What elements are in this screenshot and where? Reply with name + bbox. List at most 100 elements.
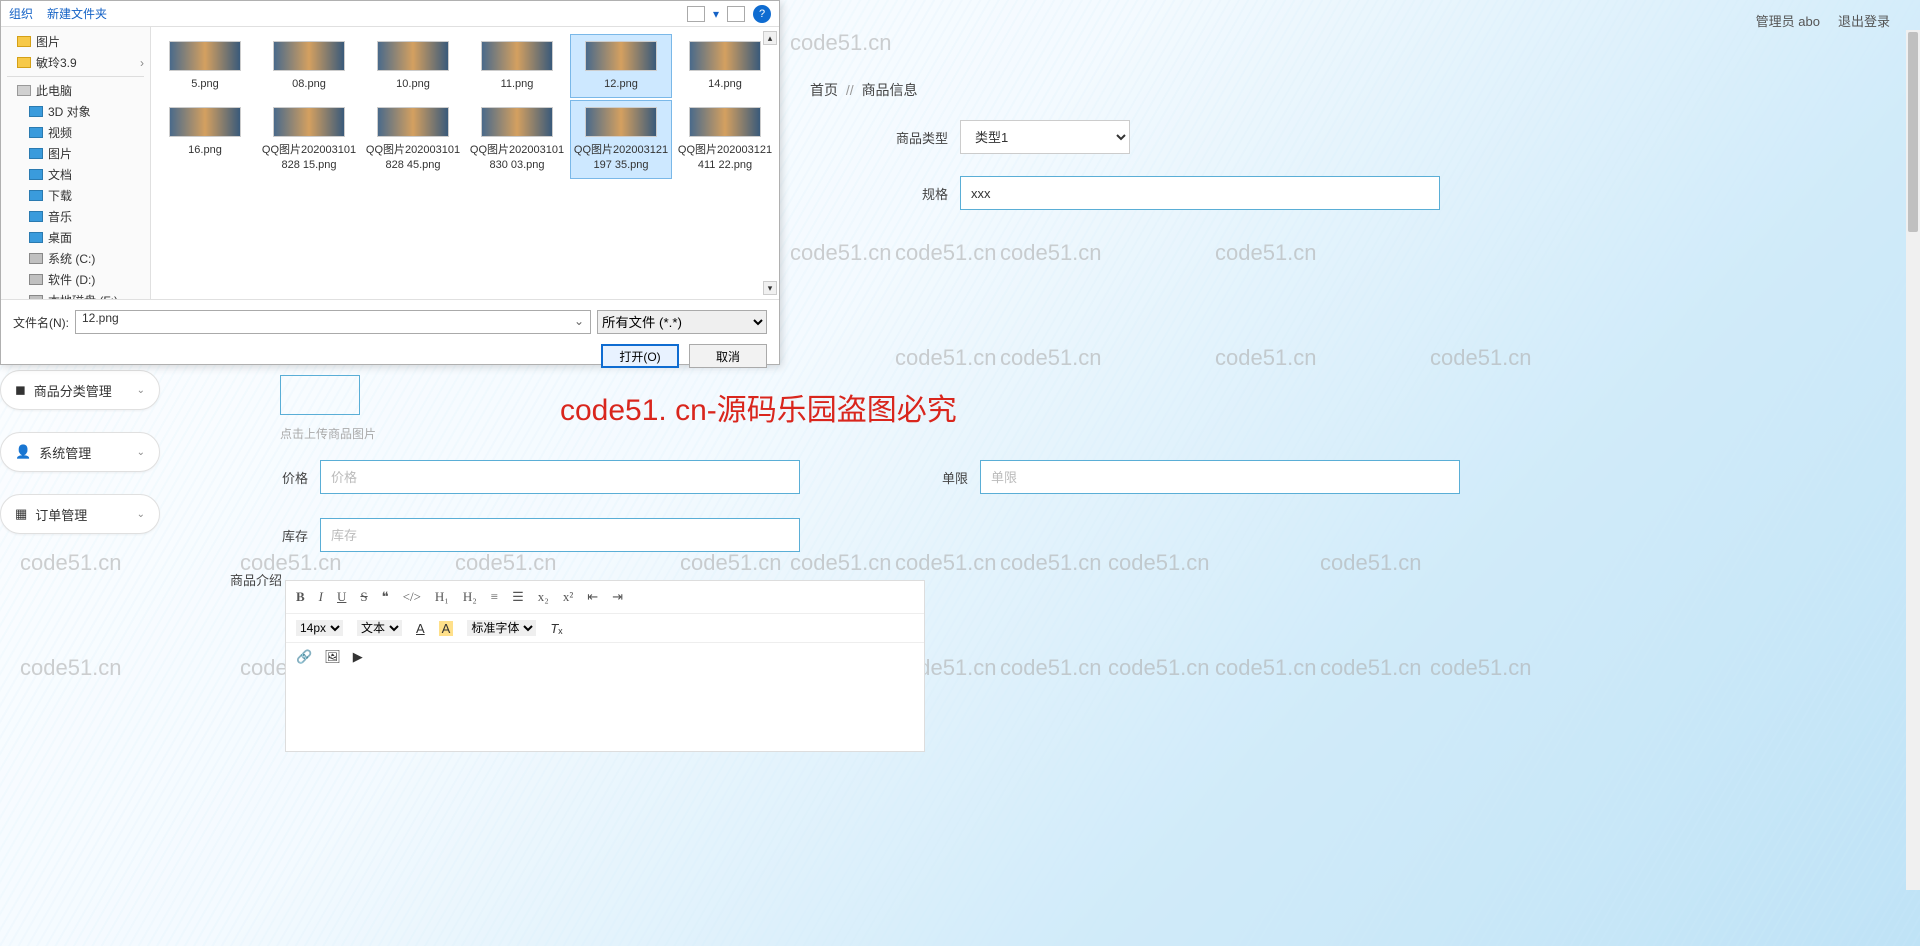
file-item[interactable]: QQ图片202003121411 22.png <box>675 101 775 178</box>
scroll-down-icon[interactable]: ▾ <box>763 281 777 295</box>
file-item[interactable]: 5.png <box>155 35 255 97</box>
file-item[interactable]: QQ图片202003101830 03.png <box>467 101 567 178</box>
logout-link[interactable]: 退出登录 <box>1838 11 1890 30</box>
new-folder-button[interactable]: 新建文件夹 <box>47 5 107 22</box>
user-label[interactable]: 管理员 abo <box>1756 11 1820 30</box>
file-open-dialog: 组织 新建文件夹 ▾ ? 图片敏玲3.9 ›此电脑3D 对象视频图片文档下载音乐… <box>0 0 780 365</box>
sidebar-item-order[interactable]: ▦ 订单管理 ⌄ <box>0 494 160 534</box>
file-item[interactable]: 08.png <box>259 35 359 97</box>
editor-body[interactable] <box>286 671 924 751</box>
sup-icon[interactable]: x² <box>563 589 573 605</box>
font-family-select[interactable]: 标准字体 <box>467 620 536 636</box>
font-type-select[interactable]: 文本 <box>357 620 402 636</box>
file-item[interactable]: 12.png <box>571 35 671 97</box>
breadcrumb: 首页 // 商品信息 <box>810 80 918 100</box>
code-icon[interactable]: </> <box>403 589 421 605</box>
page-scrollbar[interactable] <box>1906 30 1920 890</box>
grid-icon: ▦ <box>15 506 27 522</box>
folder-icon <box>29 211 43 222</box>
tree-item[interactable]: 系统 (C:) <box>7 248 144 269</box>
folder-tree: 图片敏玲3.9 ›此电脑3D 对象视频图片文档下载音乐桌面系统 (C:)软件 (… <box>1 27 151 299</box>
filename-input[interactable]: 12.png <box>75 310 591 334</box>
type-select[interactable]: 类型1 <box>960 120 1130 154</box>
tree-item-label: 下载 <box>48 187 72 204</box>
indent-icon[interactable]: ⇤ <box>587 589 598 605</box>
h1-icon[interactable]: H₁ <box>435 589 449 605</box>
view-mode-button[interactable] <box>687 6 705 22</box>
ol-icon[interactable]: ≡ <box>491 589 498 605</box>
price-input[interactable] <box>320 460 800 494</box>
tree-item-label: 本地磁盘 (F:) <box>48 292 118 299</box>
tree-item[interactable]: 此电脑 <box>7 80 144 101</box>
tree-item[interactable]: 图片 <box>7 31 144 52</box>
underline-icon[interactable]: U <box>337 589 346 605</box>
link-icon[interactable]: 🔗 <box>296 649 312 665</box>
folder-icon <box>29 106 43 117</box>
tree-item[interactable]: 文档 <box>7 164 144 185</box>
file-item[interactable]: QQ图片202003101828 15.png <box>259 101 359 178</box>
tree-item[interactable]: 敏玲3.9 › <box>7 52 144 73</box>
tree-item[interactable]: 本地磁盘 (F:) <box>7 290 144 299</box>
file-filter-select[interactable]: 所有文件 (*.*) <box>597 310 767 334</box>
tree-item[interactable]: 下载 <box>7 185 144 206</box>
file-item[interactable]: 10.png <box>363 35 463 97</box>
folder-icon <box>29 127 43 138</box>
sub-icon[interactable]: x₂ <box>538 589 549 605</box>
stock-input[interactable] <box>320 518 800 552</box>
clear-format-icon[interactable]: Tₓ <box>550 621 562 636</box>
tree-item[interactable]: 3D 对象 <box>7 101 144 122</box>
file-thumbnail <box>377 41 449 71</box>
tree-item[interactable]: 音乐 <box>7 206 144 227</box>
file-item[interactable]: QQ图片202003121197 35.png <box>571 101 671 178</box>
folder-icon <box>29 295 43 299</box>
file-item[interactable]: 16.png <box>155 101 255 178</box>
file-thumbnail <box>273 41 345 71</box>
chevron-down-icon: ⌄ <box>137 447 145 458</box>
spec-label: 规格 <box>870 184 960 203</box>
organize-menu[interactable]: 组织 <box>9 5 33 22</box>
page-header: 管理员 abo 退出登录 <box>1756 0 1920 40</box>
help-icon[interactable]: ? <box>753 5 771 23</box>
video-icon[interactable]: ▶ <box>353 649 363 665</box>
sidebar-item-label: 商品分类管理 <box>34 381 112 400</box>
font-color-icon[interactable]: A <box>416 621 425 636</box>
file-thumbnail <box>689 107 761 137</box>
ul-icon[interactable]: ☰ <box>512 589 524 605</box>
outdent-icon[interactable]: ⇥ <box>612 589 623 605</box>
tree-item[interactable]: 图片 <box>7 143 144 164</box>
tree-item-label: 3D 对象 <box>48 103 91 120</box>
italic-icon[interactable]: I <box>319 589 323 605</box>
file-name: QQ图片202003121411 22.png <box>677 143 773 172</box>
limit-input[interactable] <box>980 460 1460 494</box>
file-item[interactable]: QQ图片202003101828 45.png <box>363 101 463 178</box>
bold-icon[interactable]: B <box>296 589 305 605</box>
price-label: 价格 <box>230 468 320 487</box>
file-thumbnail <box>169 107 241 137</box>
bg-color-icon[interactable]: A <box>439 621 454 636</box>
spec-input[interactable] <box>960 176 1440 210</box>
tree-item[interactable]: 软件 (D:) <box>7 269 144 290</box>
cancel-button[interactable]: 取消 <box>689 344 767 368</box>
sidebar: ◼ 商品分类管理 ⌄ 👤 系统管理 ⌄ ▦ 订单管理 ⌄ <box>0 370 160 556</box>
strike-icon[interactable]: S <box>360 589 367 605</box>
open-button[interactable]: 打开(O) <box>601 344 679 368</box>
upload-box[interactable] <box>280 375 360 415</box>
file-thumbnail <box>273 107 345 137</box>
preview-pane-button[interactable] <box>727 6 745 22</box>
quote-icon[interactable]: ❝ <box>382 589 389 605</box>
tree-item[interactable]: 桌面 <box>7 227 144 248</box>
tree-item[interactable]: 视频 <box>7 122 144 143</box>
file-item[interactable]: 11.png <box>467 35 567 97</box>
sidebar-item-label: 订单管理 <box>35 505 87 524</box>
tree-item-label: 图片 <box>48 145 72 162</box>
sidebar-item-system[interactable]: 👤 系统管理 ⌄ <box>0 432 160 472</box>
file-item[interactable]: 14.png <box>675 35 775 97</box>
image-icon[interactable]: 🖼 <box>324 649 341 665</box>
scroll-up-icon[interactable]: ▴ <box>763 31 777 45</box>
view-dropdown-icon[interactable]: ▾ <box>713 7 719 21</box>
breadcrumb-home[interactable]: 首页 <box>810 82 838 98</box>
font-size-select[interactable]: 14px <box>296 620 343 636</box>
file-name: 5.png <box>157 77 253 91</box>
folder-icon <box>29 253 43 264</box>
h2-icon[interactable]: H₂ <box>463 589 477 605</box>
